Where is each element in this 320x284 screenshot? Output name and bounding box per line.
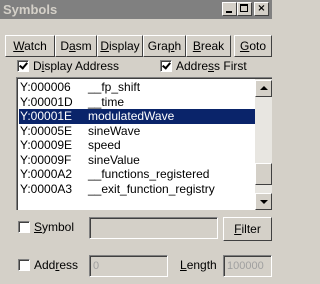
symbol-address: Y:0000A2 bbox=[20, 167, 73, 181]
symbol-filter-option[interactable]: Symbol bbox=[18, 220, 74, 236]
symbol-name: modulatedWave bbox=[88, 109, 175, 123]
graph-label-first: Gra bbox=[147, 39, 168, 53]
address-checkbox[interactable] bbox=[18, 259, 30, 271]
symbol-address: Y:00001E bbox=[20, 109, 73, 123]
symbol-name: speed bbox=[88, 138, 121, 152]
symbol-address: Y:00005E bbox=[20, 123, 73, 138]
symbol-input[interactable] bbox=[89, 217, 218, 239]
symbol-name: __functions_registered bbox=[88, 167, 210, 181]
length-label: Length bbox=[180, 258, 217, 272]
symbol-address: Y:00009F bbox=[20, 152, 72, 167]
filter-button[interactable]: Filter bbox=[223, 217, 272, 241]
goto-accel: G bbox=[239, 39, 250, 53]
break-label-rest: reak bbox=[200, 39, 225, 53]
address-first-checkbox[interactable] bbox=[160, 60, 172, 72]
maximize-icon bbox=[240, 4, 248, 12]
list-item[interactable]: Y:00005E sineWave bbox=[19, 124, 255, 139]
minimize-button[interactable] bbox=[222, 2, 237, 16]
window-title: Symbols bbox=[3, 2, 58, 17]
address-label: Address bbox=[34, 258, 79, 272]
dasm-label-first: D bbox=[60, 39, 69, 53]
filter-accel: F bbox=[234, 222, 242, 236]
list-item[interactable]: Y:00009F sineValue bbox=[19, 153, 255, 168]
display-address-checkbox[interactable] bbox=[17, 60, 29, 72]
list-item[interactable]: Y:0000A2 __functions_registered bbox=[19, 167, 255, 182]
symbol-address: Y:00001D bbox=[20, 94, 73, 109]
display-address-option[interactable]: Display Address bbox=[17, 59, 119, 75]
maximize-button[interactable] bbox=[237, 2, 252, 16]
symbol-name: __fp_shift bbox=[88, 80, 141, 94]
goto-button[interactable]: Goto bbox=[234, 35, 272, 57]
symbol-name: sineWave bbox=[88, 123, 141, 138]
minimize-icon bbox=[226, 11, 232, 13]
break-button[interactable]: Break bbox=[186, 35, 231, 57]
address-filter-option[interactable]: Address bbox=[18, 258, 78, 274]
watch-accel: W bbox=[13, 39, 25, 53]
display-button[interactable]: Display bbox=[97, 35, 143, 57]
scroll-thumb[interactable] bbox=[255, 163, 272, 185]
watch-label-rest: atch bbox=[24, 39, 47, 53]
symbol-label: Symbol bbox=[34, 220, 75, 234]
symbol-checkbox[interactable] bbox=[18, 221, 30, 233]
symbol-name: __time bbox=[88, 94, 125, 109]
close-button[interactable]: × bbox=[254, 2, 269, 16]
scroll-down-button[interactable] bbox=[255, 193, 272, 210]
arrow-up-icon bbox=[260, 86, 268, 90]
symbol-rows: Y:000006 __fp_shift Y:00001D __time Y:00001E… bbox=[19, 80, 255, 196]
symbol-list[interactable]: Y:000006 __fp_shift Y:00001D __time Y:00001E… bbox=[16, 77, 272, 210]
address-input[interactable]: 0 bbox=[89, 255, 168, 277]
filter-label-rest: ilter bbox=[241, 222, 261, 236]
goto-label-rest: oto bbox=[249, 39, 267, 53]
address-first-label: Address First bbox=[176, 59, 247, 73]
close-icon: × bbox=[257, 3, 266, 14]
symbol-name: sineValue bbox=[88, 152, 140, 167]
graph-accel: p bbox=[167, 39, 175, 53]
length-input[interactable]: 100000 bbox=[223, 255, 272, 277]
symbol-name: __exit_function_registry bbox=[88, 181, 215, 196]
dasm-label-rest: sm bbox=[75, 39, 92, 53]
list-item[interactable]: Y:00001E modulatedWave bbox=[19, 109, 255, 124]
symbol-address: Y:0000A3 bbox=[20, 181, 73, 196]
length-accel: L bbox=[180, 258, 187, 272]
graph-button[interactable]: Graph bbox=[143, 35, 186, 57]
toolbar: Watch Dasm Display Graph Break Goto bbox=[0, 21, 272, 59]
list-item[interactable]: Y:00009E speed bbox=[19, 138, 255, 153]
arrow-down-icon bbox=[260, 200, 268, 204]
dasm-accel: a bbox=[68, 39, 76, 53]
display-label-rest: isplay bbox=[108, 39, 140, 53]
list-item[interactable]: Y:000006 __fp_shift bbox=[19, 80, 255, 95]
symbol-address: Y:00009E bbox=[20, 138, 73, 152]
display-accel: D bbox=[100, 39, 109, 53]
list-item[interactable]: Y:0000A3 __exit_function_registry bbox=[19, 182, 255, 197]
watch-button[interactable]: Watch bbox=[5, 35, 55, 57]
graph-label-rest: h bbox=[174, 39, 182, 53]
list-item[interactable]: Y:00001D __time bbox=[19, 95, 255, 110]
symbol-accel: S bbox=[34, 220, 43, 234]
scroll-up-button[interactable] bbox=[255, 80, 272, 97]
vertical-scrollbar[interactable] bbox=[255, 79, 272, 210]
dasm-button[interactable]: Dasm bbox=[55, 35, 97, 57]
break-accel: B bbox=[192, 39, 201, 53]
address-first-option[interactable]: Address First bbox=[160, 59, 247, 75]
display-address-label: Display Address bbox=[33, 59, 120, 73]
title-bar: Symbols × bbox=[0, 0, 272, 19]
symbol-address: Y:000006 bbox=[20, 80, 71, 94]
